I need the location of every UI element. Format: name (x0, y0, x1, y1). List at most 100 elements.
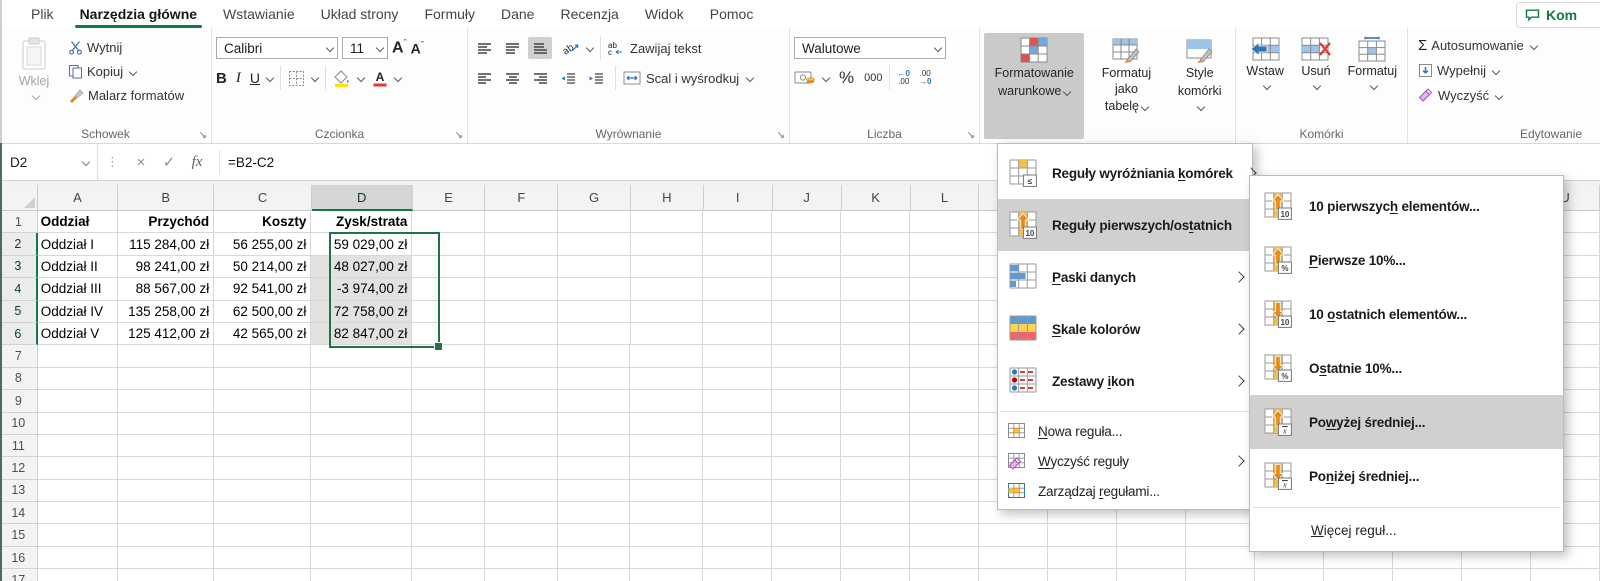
number-dialog-launcher[interactable]: ↘ (967, 130, 975, 141)
align-center-button[interactable] (500, 67, 524, 89)
cell-G17[interactable] (557, 569, 631, 581)
cell-H17[interactable] (630, 569, 704, 581)
menu-item-color-scales[interactable]: Skale kolorów (998, 303, 1252, 355)
cell-O16[interactable] (1117, 546, 1187, 570)
format-painter-button[interactable]: Malarz formatów (68, 85, 184, 106)
tab-wstawianie[interactable]: Wstawianie (210, 2, 308, 28)
cell-K2[interactable] (841, 233, 911, 256)
cell-U17[interactable] (1530, 569, 1600, 581)
menu-item-top-bottom-rules[interactable]: 10 Reguły pierwszych/ostatnich (998, 199, 1256, 251)
cell-S17[interactable] (1393, 569, 1462, 581)
column-header-K[interactable]: K (841, 185, 911, 211)
cell-I8[interactable] (703, 367, 773, 391)
comments-button[interactable]: Kom (1516, 2, 1600, 28)
cell-O17[interactable] (1117, 569, 1187, 581)
increase-indent-button[interactable] (584, 67, 608, 89)
cell-I11[interactable] (703, 434, 773, 458)
name-box-chevron[interactable] (81, 157, 91, 167)
cell-H11[interactable] (630, 434, 704, 458)
percent-style-button[interactable]: % (839, 68, 854, 88)
cell-E8[interactable] (412, 367, 485, 391)
cell-E1[interactable] (412, 211, 486, 234)
cell-B4[interactable]: 88 567,00 zł (117, 278, 215, 301)
cell-N17[interactable] (1048, 569, 1118, 581)
cell-G3[interactable] (557, 255, 631, 279)
menu-item-top-10-items[interactable]: 10 10 pierwszych elementów... (1250, 179, 1563, 233)
row-header-1[interactable]: 1 (0, 211, 38, 234)
menu-item-above-average[interactable]: x Powyżej średniej... (1250, 395, 1563, 449)
cell-B10[interactable] (117, 412, 215, 435)
cell-D17[interactable] (311, 569, 413, 581)
cell-F14[interactable] (484, 502, 558, 525)
row-header-12[interactable]: 12 (0, 457, 38, 480)
clipboard-dialog-launcher[interactable]: ↘ (199, 130, 207, 141)
cell-M15[interactable] (979, 524, 1049, 547)
cell-I2[interactable] (703, 233, 773, 256)
autosum-button[interactable]: Σ Autosumowanie (1418, 33, 1596, 58)
cell-F5[interactable] (485, 300, 558, 323)
cell-D7[interactable] (311, 345, 413, 368)
name-box[interactable]: D2 (0, 144, 98, 180)
menu-item-new-rule[interactable]: Nowa reguła... (998, 416, 1252, 446)
cell-F16[interactable] (484, 546, 558, 570)
cell-A2[interactable]: Oddział I (37, 233, 118, 256)
cell-H1[interactable] (630, 211, 704, 234)
cell-J14[interactable] (772, 502, 842, 525)
cell-E14[interactable] (412, 502, 485, 525)
cell-J15[interactable] (772, 524, 842, 547)
column-header-C[interactable]: C (214, 185, 312, 211)
borders-button[interactable] (288, 70, 305, 87)
cell-A12[interactable] (37, 457, 118, 480)
cell-E5[interactable] (412, 300, 486, 323)
delete-cells-button[interactable]: Usuń (1292, 33, 1339, 125)
cell-H9[interactable] (630, 390, 704, 413)
cell-C10[interactable] (214, 412, 312, 435)
cut-button[interactable]: Wytnij (68, 37, 184, 58)
cell-L3[interactable] (910, 255, 980, 279)
cell-B17[interactable] (117, 569, 215, 581)
cell-F13[interactable] (484, 479, 558, 503)
cell-A10[interactable] (37, 412, 118, 435)
cell-J1[interactable] (772, 211, 842, 234)
cell-L9[interactable] (910, 390, 980, 413)
cell-I12[interactable] (703, 457, 773, 480)
cell-E15[interactable] (412, 524, 485, 547)
column-header-I[interactable]: I (703, 185, 773, 211)
cell-I3[interactable] (703, 255, 773, 279)
cell-H2[interactable] (630, 233, 704, 256)
cell-A1[interactable]: Oddział (37, 211, 118, 234)
cell-H4[interactable] (630, 278, 704, 301)
align-left-button[interactable] (472, 67, 496, 89)
cell-D1[interactable]: Zysk/strata (311, 211, 413, 234)
font-name-select[interactable]: Calibri (216, 37, 338, 59)
cell-G5[interactable] (557, 300, 631, 323)
underline-button[interactable]: U (250, 70, 260, 86)
cell-J6[interactable] (772, 322, 842, 346)
cell-D9[interactable] (311, 390, 413, 413)
cell-A4[interactable]: Oddział III (37, 278, 118, 301)
row-header-2[interactable]: 2 (0, 233, 38, 256)
font-color-button[interactable]: A (372, 70, 388, 87)
cell-C6[interactable]: 42 565,00 zł (214, 322, 312, 346)
cell-C11[interactable] (214, 434, 312, 458)
cell-H5[interactable] (630, 300, 704, 323)
cell-B11[interactable] (117, 434, 215, 458)
orientation-dropdown-chevron[interactable] (585, 43, 595, 53)
row-header-7[interactable]: 7 (0, 345, 38, 368)
cell-K4[interactable] (841, 278, 911, 301)
cell-G6[interactable] (557, 322, 631, 346)
cell-F11[interactable] (484, 434, 558, 458)
cell-L16[interactable] (910, 546, 980, 570)
cell-A15[interactable] (37, 524, 118, 547)
cell-A3[interactable]: Oddział II (37, 255, 118, 279)
row-header-6[interactable]: 6 (0, 322, 38, 346)
cell-G16[interactable] (557, 546, 631, 570)
cell-A11[interactable] (37, 434, 118, 458)
cell-B8[interactable] (117, 367, 215, 391)
paste-dropdown-chevron[interactable] (31, 91, 40, 100)
wrap-text-button[interactable]: ab c Zawijaj tekst (608, 33, 702, 63)
cell-L14[interactable] (910, 502, 980, 525)
cell-B5[interactable]: 135 258,00 zł (117, 300, 215, 323)
font-size-select[interactable]: 11 (342, 37, 388, 59)
cell-E13[interactable] (412, 479, 485, 503)
